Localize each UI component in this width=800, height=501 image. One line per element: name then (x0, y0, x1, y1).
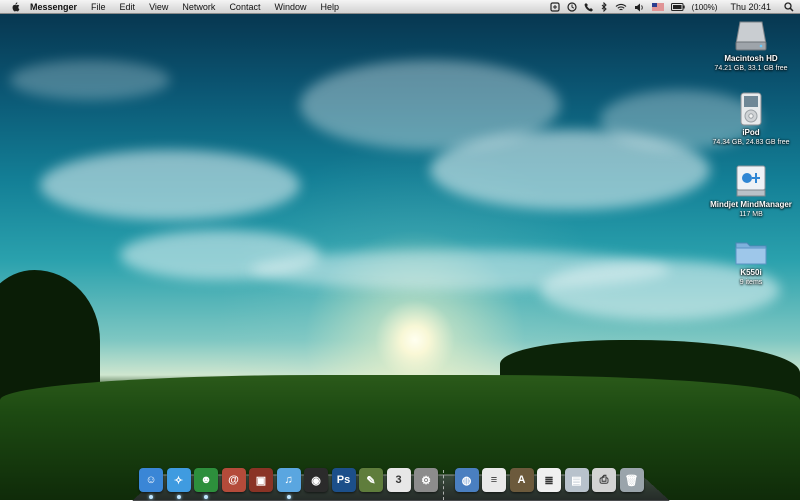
desktop-icon-k550i[interactable]: K550i 9 items (703, 238, 799, 287)
desktop-icon-info: 74.34 GB, 24.83 GB free (712, 139, 790, 146)
dock-item-photoshop[interactable]: Ps (331, 468, 357, 500)
running-indicator (149, 495, 153, 499)
menu-contact[interactable]: Contact (222, 0, 267, 14)
battery-percentage[interactable]: (100%) (692, 0, 718, 14)
app-menu[interactable]: Messenger (22, 0, 84, 14)
menu-help[interactable]: Help (313, 0, 346, 14)
dock-item-stack[interactable]: ◍ (454, 468, 480, 500)
battery-icon[interactable] (670, 0, 685, 14)
desktop-icon-label: K550i (740, 268, 762, 277)
desktop-icon-macintosh-hd[interactable]: Macintosh HD 74.21 GB, 33.1 GB free (703, 20, 799, 73)
safari-icon: ✧ (166, 468, 191, 492)
dock-item-text-document[interactable]: ≣ (536, 468, 562, 500)
dock-item-front-row[interactable]: ◉ (303, 468, 329, 500)
menu-window[interactable]: Window (267, 0, 313, 14)
running-indicator (176, 495, 181, 499)
status-menus: (100%) Thu 20:41 (550, 0, 794, 14)
scanner-icon: ▤ (564, 468, 589, 492)
desktop-icon-info: 117 MB (739, 211, 763, 218)
bluetooth-icon[interactable] (601, 0, 608, 14)
folder-icon (735, 242, 767, 265)
tree (0, 270, 100, 400)
gear-icon: ⚙ (414, 468, 438, 492)
finder-icon: ☺ (139, 468, 163, 492)
messenger-icon: ☻ (194, 468, 218, 492)
dock-item-document[interactable]: ≡ (481, 468, 507, 500)
dock-item-notes[interactable]: ✎ (358, 468, 384, 500)
desktop-icon-info: 9 items (739, 279, 763, 286)
dock-item-finder[interactable]: ☺ (138, 468, 164, 500)
running-indicator (204, 495, 208, 499)
dock-item-scanner[interactable]: ▤ (564, 468, 590, 500)
time-machine-icon[interactable] (567, 0, 577, 14)
wifi-icon[interactable] (615, 0, 627, 14)
desktop-wallpaper (0, 0, 800, 500)
document-icon: ≡ (482, 468, 506, 492)
printer-icon: ⎙ (592, 468, 616, 492)
address-book-icon: @ (221, 468, 246, 492)
dock-item-messenger[interactable]: ☻ (193, 468, 219, 500)
trash-icon: 🗑 (619, 468, 644, 492)
dock-item-photo-booth[interactable]: ▣ (248, 468, 274, 500)
notes-icon: ✎ (359, 468, 383, 492)
script-menu-icon[interactable] (550, 0, 560, 14)
dock-item-ical[interactable]: 3 (386, 468, 412, 500)
desktop-icon-label: iPod (742, 128, 760, 137)
dock-item-applications[interactable]: A (509, 468, 535, 500)
mindmanager-installer-icon (736, 165, 766, 197)
menu-view[interactable]: View (142, 0, 175, 14)
hard-drive-icon (735, 21, 767, 51)
menu-network[interactable]: Network (175, 0, 222, 14)
photoshop-icon: Ps (331, 468, 356, 492)
dock-item-trash[interactable]: 🗑 (619, 468, 645, 500)
ipod-icon (740, 92, 762, 126)
dock-item-address-book[interactable]: @ (221, 468, 247, 500)
desktop-icon-label: Macintosh HD (724, 54, 778, 63)
spotlight-search-icon[interactable] (784, 0, 794, 14)
cloud (10, 60, 170, 100)
itunes-icon: ♫ (276, 468, 301, 492)
photo-booth-icon: ▣ (249, 468, 273, 492)
desktop-icon-ipod[interactable]: iPod 74.34 GB, 24.83 GB free (703, 92, 799, 147)
dock-item-itunes[interactable]: ♫ (276, 468, 302, 500)
dock-separator (442, 470, 450, 500)
menu-bar: Messenger File Edit View Network Contact… (0, 0, 800, 14)
stack-icon: ◍ (454, 468, 479, 492)
phone-icon[interactable] (584, 0, 594, 14)
desktop-icon-mindjet-mindmanager[interactable]: Mindjet MindManager 117 MB (703, 164, 799, 219)
applications-icon: A (509, 468, 534, 492)
dock-item-printer[interactable]: ⎙ (591, 468, 617, 500)
dock-item-safari[interactable]: ✧ (166, 468, 192, 500)
clock[interactable]: Thu 20:41 (730, 0, 771, 14)
apple-menu-icon[interactable] (8, 0, 22, 14)
volume-icon[interactable] (634, 0, 645, 14)
desktop-icon-label: Mindjet MindManager (710, 200, 792, 209)
ical-icon: 3 (386, 468, 411, 492)
running-indicator (286, 495, 291, 499)
dock: ☺ ✧ ☻ @ ▣ ♫ ◉ Ps ✎ 3 ⚙ ◍ ≡ A ≣ ▤ ⎙ 🗑 (138, 461, 664, 500)
front-row-icon: ◉ (304, 468, 328, 492)
desktop-icon-info: 74.21 GB, 33.1 GB free (714, 65, 788, 72)
dock-item-system-preferences[interactable]: ⚙ (413, 468, 439, 500)
menu-file[interactable]: File (84, 0, 113, 14)
menu-edit[interactable]: Edit (113, 0, 143, 14)
text-document-icon: ≣ (537, 468, 561, 492)
us-flag-input-icon[interactable] (651, 0, 664, 14)
cloud (40, 150, 300, 220)
